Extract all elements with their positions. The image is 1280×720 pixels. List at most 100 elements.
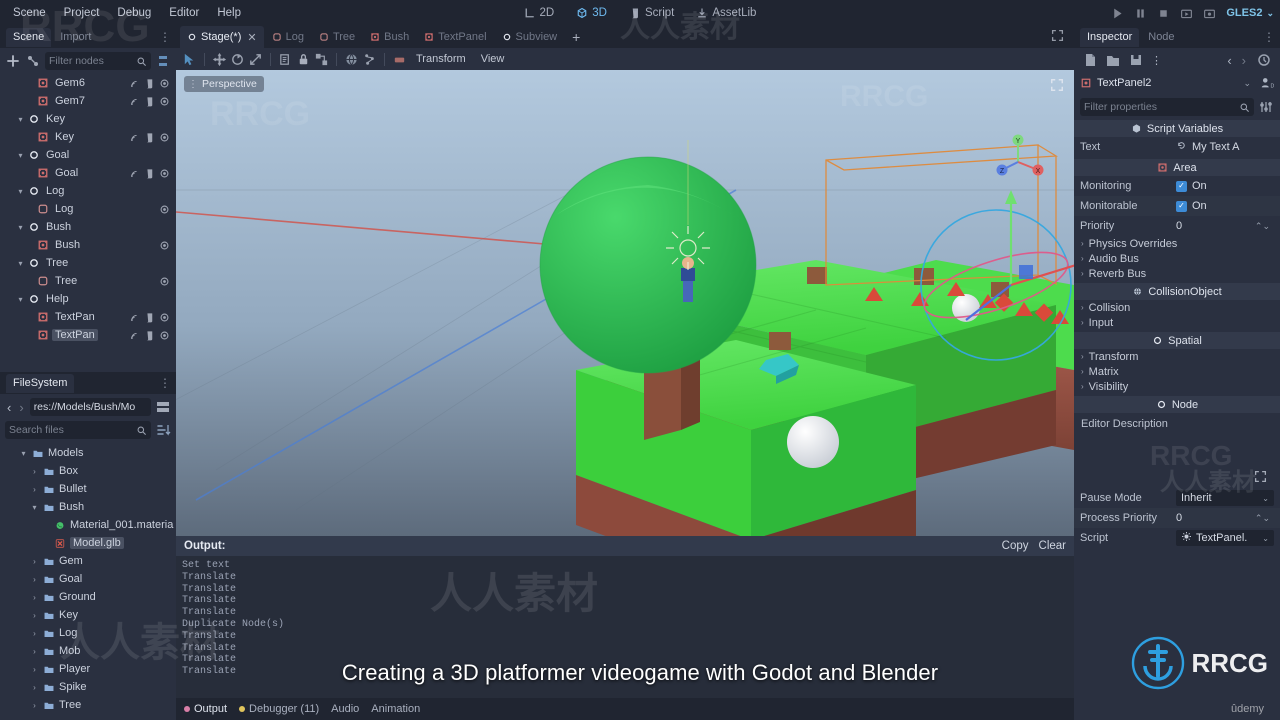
nav-forward-button[interactable]: › xyxy=(17,400,25,415)
menu-help[interactable]: Help xyxy=(208,4,250,22)
scene-tree-node-textpan-14[interactable]: TextPan xyxy=(0,326,176,344)
script-icon[interactable] xyxy=(144,168,155,179)
environment-icon[interactable] xyxy=(344,52,359,67)
signal-icon[interactable] xyxy=(129,168,140,179)
expand-caret-icon[interactable]: › xyxy=(30,467,39,476)
3d-viewport[interactable]: Y X Z ⋮ Perspective xyxy=(176,70,1074,536)
scene-tree-node-gem7-1[interactable]: Gem7 xyxy=(0,92,176,110)
scene-tree-node-bush-8[interactable]: ▾ Bush xyxy=(0,218,176,236)
inspector-fold-visibility[interactable]: › Visibility xyxy=(1074,379,1280,394)
menu-project[interactable]: Project xyxy=(55,4,109,22)
expand-caret-icon[interactable]: ▾ xyxy=(30,503,39,512)
property-tools-icon[interactable] xyxy=(1258,99,1274,115)
spinner-icon[interactable]: ⌃⌄ xyxy=(1255,221,1274,232)
chevron-down-icon[interactable]: ⌄ xyxy=(1243,78,1255,89)
view-menu[interactable]: View xyxy=(475,51,511,67)
scene-tree-node-goal-5[interactable]: Goal xyxy=(0,164,176,182)
scene-tab-tree[interactable]: Tree xyxy=(312,26,362,48)
bottom-tab-output[interactable]: Output xyxy=(184,703,227,715)
signal-icon[interactable] xyxy=(129,312,140,323)
inspector-property-script[interactable]: Script TextPanel. ⌄ xyxy=(1074,528,1280,548)
instance-child-scene-icon[interactable] xyxy=(25,53,41,69)
select-mode-icon[interactable] xyxy=(182,52,197,67)
property-select[interactable]: TextPanel. ⌄ xyxy=(1176,530,1274,546)
scene-tree-node-tree-11[interactable]: Tree xyxy=(0,272,176,290)
sort-icon[interactable] xyxy=(155,422,171,438)
tree-options-icon[interactable] xyxy=(155,53,171,69)
renderer-selector[interactable]: GLES2 ⌄ xyxy=(1226,7,1274,19)
property-value-container[interactable]: 0 ⌃⌄ xyxy=(1176,512,1274,524)
visibility-icon[interactable] xyxy=(159,330,170,341)
inspector-fold-input[interactable]: › Input xyxy=(1074,315,1280,330)
tab-filesystem[interactable]: FileSystem xyxy=(6,373,75,393)
filesystem-item-model-glb[interactable]: Model.glb xyxy=(4,534,176,552)
inspector-dock-menu-icon[interactable]: ⋮ xyxy=(1263,30,1275,44)
search-files-input[interactable]: Search files xyxy=(5,421,151,439)
expand-caret-icon[interactable]: ▾ xyxy=(16,223,25,232)
viewport-perspective-label[interactable]: ⋮ Perspective xyxy=(184,76,264,92)
revert-button[interactable] xyxy=(1176,140,1187,154)
scene-tab-subview[interactable]: Subview xyxy=(495,26,565,48)
visibility-icon[interactable] xyxy=(159,168,170,179)
menu-scene[interactable]: Scene xyxy=(4,4,55,22)
new-resource-icon[interactable] xyxy=(1082,52,1098,68)
scene-tree-node-log-6[interactable]: ▾ Log xyxy=(0,182,176,200)
filesystem-item-models[interactable]: ▾ Models xyxy=(4,444,176,462)
filesystem-item-tree[interactable]: › Tree xyxy=(4,696,176,714)
expand-caret-icon[interactable]: › xyxy=(30,575,39,584)
transform-menu[interactable]: Transform xyxy=(410,51,472,67)
scene-tab-textpanel[interactable]: TextPanel xyxy=(417,26,493,48)
scene-tree-node-key-3[interactable]: Key xyxy=(0,128,176,146)
filesystem-item-mob[interactable]: › Mob xyxy=(4,642,176,660)
scene-tab-stage-[interactable]: Stage(*) ✕ xyxy=(180,26,264,48)
filesystem-item-box[interactable]: › Box xyxy=(4,462,176,480)
history-forward-button[interactable]: › xyxy=(1242,53,1246,68)
move-mode-icon[interactable] xyxy=(212,52,227,67)
inspected-object-row[interactable]: TextPanel2 ⌄ D xyxy=(1080,73,1274,93)
scale-mode-icon[interactable] xyxy=(248,52,263,67)
editor-description-field[interactable] xyxy=(1081,437,1273,485)
main-tab-2d[interactable]: 2D xyxy=(516,4,563,22)
list-select-icon[interactable] xyxy=(278,52,293,67)
expand-caret-icon[interactable]: › xyxy=(30,593,39,602)
scene-tree-node-log-7[interactable]: Log xyxy=(0,200,176,218)
menu-debug[interactable]: Debug xyxy=(108,4,160,22)
visibility-icon[interactable] xyxy=(159,96,170,107)
visibility-icon[interactable] xyxy=(159,312,170,323)
menu-editor[interactable]: Editor xyxy=(160,4,208,22)
spinner-icon[interactable]: ⌃⌄ xyxy=(1255,513,1274,524)
inspector-property-priority[interactable]: Priority 0 ⌃⌄ xyxy=(1074,216,1280,236)
viewport-axis-gizmo[interactable]: Y X Z xyxy=(990,132,1046,188)
inspector-fold-reverb-bus[interactable]: › Reverb Bus xyxy=(1074,266,1280,281)
visibility-icon[interactable] xyxy=(159,78,170,89)
inspector-section-node[interactable]: Node xyxy=(1074,396,1280,413)
play-icon[interactable] xyxy=(1111,7,1124,20)
scene-tree-node-textpan-13[interactable]: TextPan xyxy=(0,308,176,326)
inspector-section-script-variables[interactable]: Script Variables xyxy=(1074,120,1280,137)
bottom-tab-animation[interactable]: Animation xyxy=(371,703,420,715)
property-value-container[interactable]: 0 ⌃⌄ xyxy=(1176,220,1274,232)
visibility-icon[interactable] xyxy=(159,240,170,251)
expand-caret-icon[interactable]: ▾ xyxy=(19,449,28,458)
scene-tree[interactable]: Gem6 Gem7 ▾ Key Key ▾ Goal Goal ▾ Log Log ▾ Bush Bush… xyxy=(0,74,176,364)
expand-caret-icon[interactable]: › xyxy=(30,485,39,494)
expand-caret-icon[interactable]: ▾ xyxy=(16,151,25,160)
inspector-fold-physics-overrides[interactable]: › Physics Overrides xyxy=(1074,236,1280,251)
main-tab-3d[interactable]: 3D xyxy=(568,4,615,22)
checkbox[interactable] xyxy=(1176,200,1187,212)
chevron-down-icon[interactable]: ⌄ xyxy=(1262,534,1269,543)
filesystem-item-material-001-materia[interactable]: Material_001.materia xyxy=(4,516,176,534)
inspector-property-monitoring[interactable]: Monitoring On xyxy=(1074,176,1280,196)
visibility-icon[interactable] xyxy=(159,276,170,287)
tab-node[interactable]: Node xyxy=(1141,28,1181,47)
pause-icon[interactable] xyxy=(1134,7,1147,20)
inspector-node-properties[interactable]: Pause Mode Inherit ⌄ Process Priority 0 ⌃⌄ Scr… xyxy=(1074,488,1280,548)
script-icon[interactable] xyxy=(144,96,155,107)
inspector-property-process-priority[interactable]: Process Priority 0 ⌃⌄ xyxy=(1074,508,1280,528)
tab-import[interactable]: Import xyxy=(53,28,98,47)
property-value-container[interactable]: On xyxy=(1176,200,1274,212)
property-value-container[interactable]: My Text A xyxy=(1176,140,1274,154)
revert-icon[interactable] xyxy=(1176,140,1187,151)
distraction-free-icon[interactable] xyxy=(1051,29,1074,45)
expand-caret-icon[interactable]: ▾ xyxy=(16,187,25,196)
